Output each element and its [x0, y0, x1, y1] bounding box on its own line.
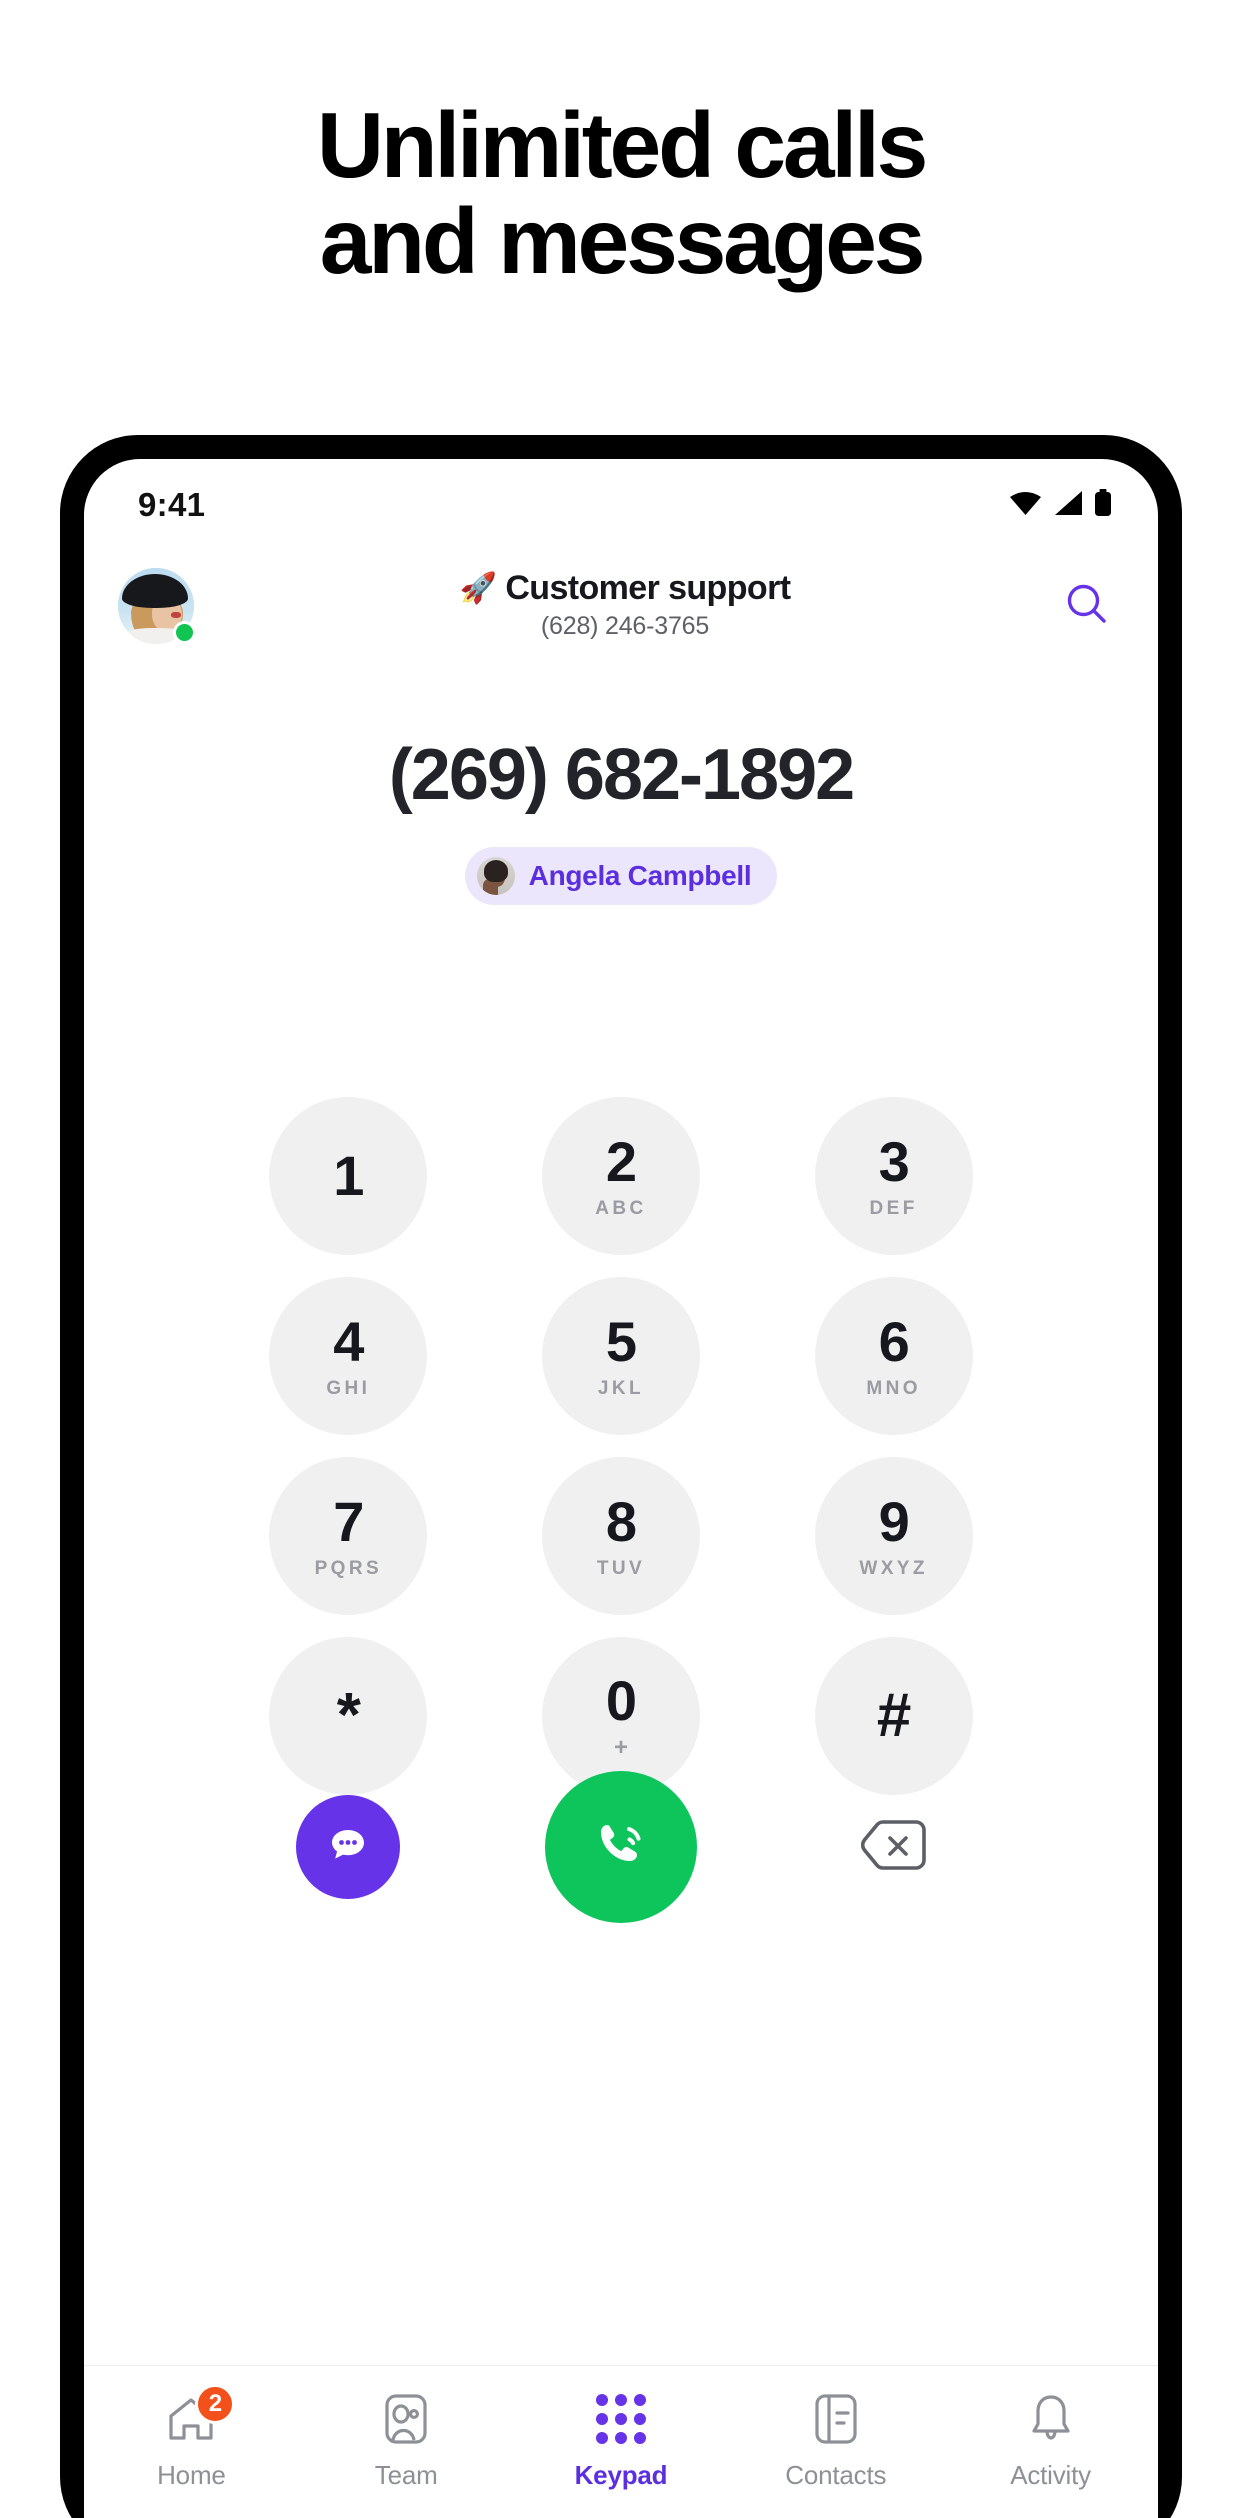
contact-chip-name: Angela Campbell — [528, 860, 752, 891]
header-phone-number: (628) 246-3765 — [540, 612, 710, 641]
backspace-delete-icon — [860, 1819, 927, 1876]
phone-device-frame: 9:41 🚀 Customer support (628) 246-3765 (… — [60, 435, 1182, 2518]
keypad-key-2[interactable]: 2 ABC — [541, 1097, 700, 1255]
keypad-key-3[interactable]: 3 DEF — [814, 1097, 973, 1255]
contact-chip-avatar — [476, 857, 515, 895]
status-time: 9:41 — [138, 486, 206, 523]
nav-label-home: Home — [157, 2460, 226, 2490]
keypad-grid: 1 2 ABC 3 DEF 4 GHI 5 JKL 6 MNO 7 PQRS 8… — [84, 1097, 1158, 1795]
keypad-dots-icon — [594, 2392, 648, 2446]
keypad-digit: 1 — [333, 1144, 364, 1207]
keypad-key-4[interactable]: 4 GHI — [269, 1277, 428, 1435]
nav-item-home[interactable]: 2 Home — [102, 2384, 280, 2491]
contacts-book-icon — [809, 2392, 863, 2446]
nav-item-team[interactable]: Team — [317, 2392, 495, 2491]
contact-chip[interactable]: Angela Campbell — [464, 847, 778, 905]
status-bar: 9:41 — [84, 459, 1158, 551]
keypad-digit: 0 — [605, 1668, 637, 1732]
keypad-digit: 2 — [605, 1130, 637, 1193]
keypad-letters: GHI — [326, 1378, 371, 1399]
header-center: 🚀 Customer support (628) 246-3765 — [194, 569, 1056, 641]
dialer-actions — [84, 1771, 1158, 1923]
home-badge: 2 — [195, 2384, 236, 2424]
status-icons — [1009, 488, 1112, 522]
nav-label-activity: Activity — [1010, 2460, 1091, 2490]
rocket-icon: 🚀 — [459, 571, 497, 605]
bottom-navigation: 2 Home Team Keypad Contacts Activity — [84, 2365, 1158, 2518]
headline-line-1: Unlimited calls — [316, 93, 929, 197]
keypad-digit: 4 — [333, 1310, 364, 1373]
keypad-letters: JKL — [597, 1378, 645, 1399]
dialed-number[interactable]: (269) 682-1892 — [84, 739, 1158, 811]
keypad-key-8[interactable]: 8 TUV — [541, 1457, 700, 1615]
keypad-digit: 6 — [878, 1310, 910, 1373]
nav-item-activity[interactable]: Activity — [962, 2392, 1140, 2491]
keypad-key-6[interactable]: 6 MNO — [814, 1277, 973, 1435]
marketing-screenshot: Unlimited calls and messages 9:41 🚀 Cust… — [0, 0, 1242, 2518]
nav-label-team: Team — [374, 2460, 438, 2490]
send-message-button[interactable] — [296, 1795, 401, 1899]
nav-item-contacts[interactable]: Contacts — [747, 2392, 925, 2491]
conversation-header: 🚀 Customer support (628) 246-3765 — [84, 551, 1158, 661]
call-button[interactable] — [544, 1771, 697, 1923]
keypad-key-5[interactable]: 5 JKL — [541, 1277, 700, 1435]
keypad-letters: WXYZ — [859, 1558, 928, 1579]
delete-button[interactable] — [842, 1795, 946, 1899]
nav-label-keypad: Keypad — [574, 2460, 668, 2490]
online-status-dot — [173, 621, 196, 644]
page-title-text: Customer support — [505, 568, 791, 607]
keypad-digit: * — [336, 1681, 361, 1750]
wifi-icon — [1009, 490, 1042, 521]
header-title-row: 🚀 Customer support — [194, 569, 1056, 608]
keypad-digit: 5 — [605, 1310, 637, 1373]
keypad-letters: TUV — [596, 1558, 646, 1579]
home-icon: 2 — [164, 2384, 236, 2446]
keypad-key-9[interactable]: 9 WXYZ — [814, 1457, 973, 1615]
keypad-letters: ABC — [595, 1198, 647, 1219]
bell-icon — [1024, 2392, 1078, 2446]
keypad-letters: DEF — [869, 1198, 918, 1219]
message-bubble-icon — [324, 1821, 372, 1874]
page-title: Unlimited calls and messages — [0, 97, 1242, 293]
search-button[interactable] — [1056, 575, 1118, 637]
keypad-letters: MNO — [866, 1378, 921, 1399]
dialed-number-area: (269) 682-1892 Angela Campbell — [84, 739, 1158, 905]
search-icon — [1064, 581, 1110, 632]
keypad-digit: 7 — [333, 1490, 364, 1553]
headline-line-2: and messages — [319, 188, 926, 293]
team-icon — [379, 2392, 433, 2446]
phone-call-icon — [585, 1809, 657, 1886]
keypad-digit: 3 — [878, 1130, 910, 1193]
nav-label-contacts: Contacts — [785, 2460, 887, 2490]
nav-item-keypad[interactable]: Keypad — [532, 2392, 710, 2491]
keypad-key-1[interactable]: 1 — [269, 1097, 428, 1255]
battery-icon — [1094, 488, 1112, 522]
phone-screen: 9:41 🚀 Customer support (628) 246-3765 (… — [84, 459, 1158, 2518]
keypad-digit: # — [876, 1681, 911, 1750]
keypad-letters: + — [613, 1733, 628, 1761]
avatar[interactable] — [118, 568, 196, 644]
cellular-signal-icon — [1053, 490, 1083, 521]
keypad-digit: 9 — [878, 1490, 910, 1553]
keypad-letters: PQRS — [314, 1558, 383, 1579]
keypad-key-7[interactable]: 7 PQRS — [269, 1457, 428, 1615]
keypad-digit: 8 — [605, 1490, 637, 1553]
